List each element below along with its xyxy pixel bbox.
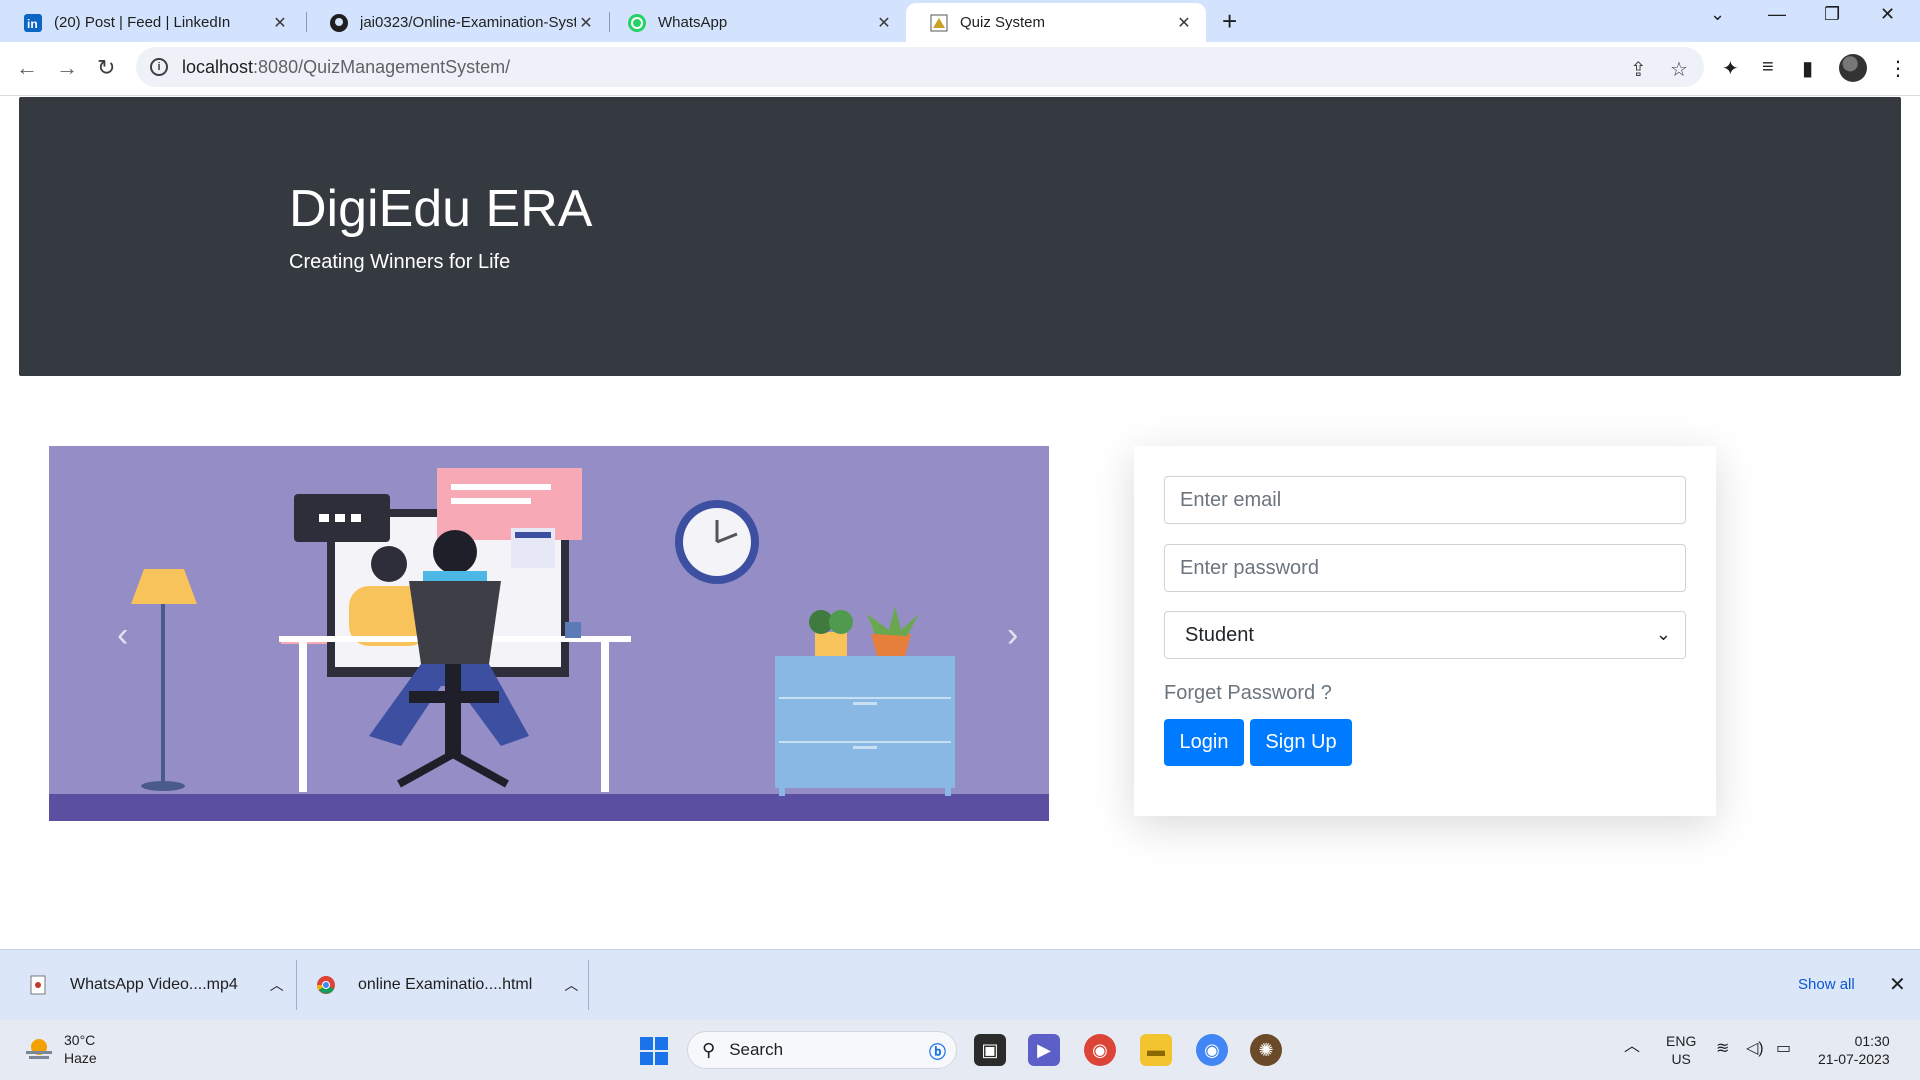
signup-button[interactable]: Sign Up bbox=[1250, 719, 1352, 766]
chevron-down-icon: ⌄ bbox=[1655, 624, 1671, 644]
tab-whatsapp[interactable]: WhatsApp ✕ bbox=[604, 3, 906, 42]
side-panel-icon[interactable]: ▮ bbox=[1802, 56, 1813, 81]
tab-search-chevron-icon[interactable]: ⌄ bbox=[1710, 4, 1725, 25]
role-select[interactable]: Student ⌄ bbox=[1164, 611, 1686, 659]
file-explorer-icon[interactable]: ▬ bbox=[1140, 1034, 1172, 1066]
address-bar[interactable]: i localhost:8080/QuizManagementSystem/ ⇪… bbox=[136, 47, 1704, 87]
battery-icon[interactable]: ▭ bbox=[1776, 1040, 1791, 1058]
browser-toolbar: ← → ↻ i localhost:8080/QuizManagementSys… bbox=[0, 42, 1920, 96]
weather-widget[interactable]: 30°C Haze bbox=[64, 1031, 97, 1067]
chrome-profile-icon[interactable]: ◉ bbox=[1084, 1034, 1116, 1066]
clock-time: 01:30 bbox=[1854, 1033, 1890, 1049]
quiz-favicon-icon bbox=[930, 14, 948, 32]
forgot-password-link[interactable]: Forget Password ? bbox=[1164, 682, 1332, 705]
profile-avatar[interactable] bbox=[1839, 54, 1867, 82]
wifi-icon[interactable]: ≋ bbox=[1716, 1040, 1729, 1058]
weather-condition: Haze bbox=[64, 1050, 97, 1066]
windows-start-icon[interactable] bbox=[639, 1036, 669, 1066]
tab-close-icon[interactable]: ✕ bbox=[270, 13, 290, 33]
tab-close-icon[interactable]: ✕ bbox=[874, 13, 894, 33]
clock[interactable]: 01:30 21-07-2023 bbox=[1818, 1032, 1890, 1068]
haze-sun-icon bbox=[26, 1039, 52, 1059]
site-title: DigiEdu ERA bbox=[289, 180, 593, 238]
minimize-icon[interactable]: — bbox=[1768, 4, 1786, 25]
image-carousel: ‹ › bbox=[49, 446, 1049, 821]
download-filename: online Examinatio....html bbox=[358, 976, 533, 993]
role-select-value: Student bbox=[1185, 623, 1254, 646]
whatsapp-icon bbox=[628, 13, 646, 32]
tab-close-icon[interactable]: ✕ bbox=[1174, 13, 1194, 33]
language-code: ENG bbox=[1666, 1033, 1697, 1049]
carousel-next-icon[interactable]: › bbox=[1007, 616, 1018, 655]
share-icon[interactable]: ⇪ bbox=[1630, 57, 1647, 82]
password-field[interactable]: Enter password bbox=[1164, 544, 1686, 592]
taskbar-search-label: Search bbox=[729, 1040, 784, 1059]
language-indicator[interactable]: ENG US bbox=[1666, 1032, 1696, 1068]
download-item[interactable]: online Examinatio....html ︿ bbox=[316, 950, 578, 1020]
close-download-bar-icon[interactable]: ✕ bbox=[1889, 972, 1906, 997]
reload-icon[interactable]: ↻ bbox=[97, 55, 115, 81]
reading-list-icon[interactable]: ≡ bbox=[1762, 56, 1774, 79]
menu-kebab-icon[interactable]: ⋮ bbox=[1888, 56, 1908, 81]
chrome-icon[interactable]: ◉ bbox=[1196, 1034, 1228, 1066]
tab-close-icon[interactable]: ✕ bbox=[576, 13, 596, 33]
site-tagline: Creating Winners for Life bbox=[289, 251, 511, 273]
restore-icon[interactable]: ❐ bbox=[1824, 4, 1840, 25]
url-path: :8080/QuizManagementSystem/ bbox=[253, 56, 511, 77]
show-hidden-icons-chevron-icon[interactable]: ︿ bbox=[1624, 1038, 1640, 1056]
linkedin-icon: in bbox=[24, 13, 42, 32]
svg-text:in: in bbox=[27, 17, 38, 31]
new-tab-button[interactable]: + bbox=[1222, 8, 1237, 34]
taskbar-search[interactable]: ⚲ Search ⓑ bbox=[687, 1031, 957, 1069]
extensions-puzzle-icon[interactable]: ✦ bbox=[1722, 56, 1739, 81]
bing-icon[interactable]: ⓑ bbox=[929, 1038, 946, 1063]
download-filename: WhatsApp Video....mp4 bbox=[70, 976, 238, 993]
clock-date: 21-07-2023 bbox=[1818, 1051, 1890, 1067]
download-bar: WhatsApp Video....mp4 ︿ online Examinati… bbox=[0, 949, 1920, 1020]
tab-title: WhatsApp bbox=[658, 14, 728, 31]
task-view-icon[interactable]: ▣ bbox=[974, 1034, 1006, 1066]
hero-banner: DigiEdu ERA Creating Winners for Life bbox=[19, 97, 1901, 376]
back-arrow-icon[interactable]: ← bbox=[16, 55, 38, 81]
video-file-icon bbox=[30, 975, 46, 995]
office-illustration bbox=[49, 468, 1049, 821]
tab-github[interactable]: jai0323/Online-Examination-Syst ✕ bbox=[306, 3, 608, 42]
forward-arrow-icon[interactable]: → bbox=[56, 55, 78, 81]
site-info-icon[interactable]: i bbox=[150, 58, 168, 76]
show-all-downloads-link[interactable]: Show all bbox=[1798, 976, 1855, 993]
login-button[interactable]: Login bbox=[1164, 719, 1244, 766]
chevron-up-icon[interactable]: ︿ bbox=[564, 975, 578, 995]
tab-title: (20) Post | Feed | LinkedIn bbox=[54, 14, 231, 31]
chevron-up-icon[interactable]: ︿ bbox=[270, 975, 284, 995]
app-icon[interactable]: ✺ bbox=[1250, 1034, 1282, 1066]
windows-taskbar: 30°C Haze ⚲ Search ⓑ ▣ ▶ ◉ ▬ ◉ ✺ ︿ ENG U… bbox=[0, 1020, 1920, 1080]
bookmark-star-icon[interactable]: ☆ bbox=[1670, 57, 1688, 82]
email-field[interactable]: Enter email bbox=[1164, 476, 1686, 524]
close-window-icon[interactable]: ✕ bbox=[1880, 4, 1895, 25]
search-icon: ⚲ bbox=[702, 1039, 716, 1060]
browser-tab-strip: in (20) Post | Feed | LinkedIn ✕ jai0323… bbox=[0, 0, 1920, 42]
volume-icon[interactable]: ◁) bbox=[1746, 1040, 1764, 1058]
region-code: US bbox=[1671, 1051, 1691, 1067]
tab-title: jai0323/Online-Examination-Syst bbox=[360, 14, 576, 31]
github-icon bbox=[330, 13, 348, 32]
chrome-icon bbox=[317, 976, 335, 994]
url-host: localhost bbox=[182, 56, 254, 77]
download-item[interactable]: WhatsApp Video....mp4 ︿ bbox=[28, 950, 284, 1020]
carousel-prev-icon[interactable]: ‹ bbox=[117, 616, 128, 655]
download-divider bbox=[296, 960, 297, 1010]
tab-title: Quiz System bbox=[960, 14, 1046, 31]
temperature: 30°C bbox=[64, 1032, 96, 1048]
tab-quiz-system[interactable]: Quiz System ✕ bbox=[906, 3, 1206, 42]
download-divider bbox=[588, 960, 589, 1010]
login-card: Enter email Enter password Student ⌄ For… bbox=[1134, 446, 1716, 816]
teams-chat-icon[interactable]: ▶ bbox=[1028, 1034, 1060, 1066]
tab-linkedin[interactable]: in (20) Post | Feed | LinkedIn ✕ bbox=[0, 3, 302, 42]
